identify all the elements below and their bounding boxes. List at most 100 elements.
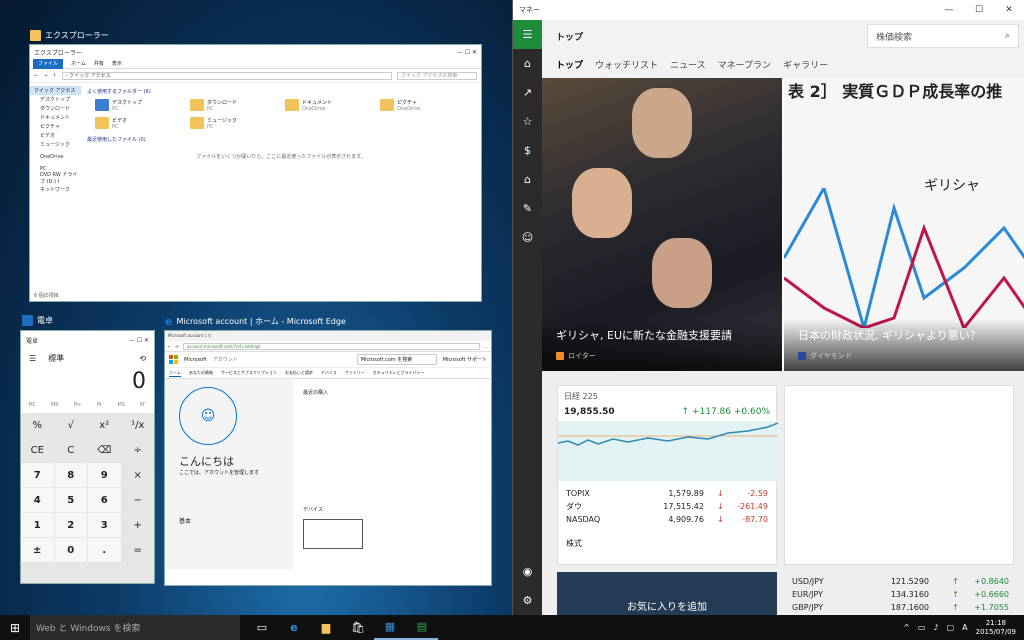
add-favorite-button[interactable]: お気に入りを追加: [557, 572, 777, 615]
tab-news[interactable]: ニュース: [670, 58, 706, 71]
memory-button[interactable]: M-: [97, 402, 103, 408]
folder-item[interactable]: ビデオ PC: [95, 117, 190, 130]
refresh-icon[interactable]: ⟳: [175, 344, 178, 349]
menu-item[interactable]: サービスとサブスクリプション: [221, 370, 277, 376]
menu-item[interactable]: デバイス: [321, 370, 337, 376]
frequent-header[interactable]: よく使用するフォルダー (6): [87, 88, 475, 95]
nav-item[interactable]: OneDrive: [30, 152, 81, 161]
explorer-label[interactable]: エクスプローラー: [30, 30, 109, 41]
tab-gallery[interactable]: ギャラリー: [783, 58, 828, 71]
calc-key[interactable]: %: [21, 413, 54, 437]
calc-key[interactable]: ±: [21, 538, 54, 562]
stock-row[interactable]: ダウ 17,515.42 ↓ -261.49: [566, 500, 768, 513]
window-controls[interactable]: — ☐ ✕: [457, 49, 477, 56]
back-icon[interactable]: ←: [168, 344, 171, 349]
calc-label[interactable]: 電卓: [22, 315, 53, 326]
folder-item[interactable]: ドキュメント OneDrive: [285, 99, 380, 112]
address-bar[interactable]: › クイック アクセス: [61, 71, 392, 80]
feedback-icon[interactable]: ☺: [513, 223, 542, 252]
back-icon[interactable]: ←: [34, 73, 38, 79]
window-controls[interactable]: — ☐ ✕: [129, 337, 149, 344]
explorer-taskbar-icon[interactable]: ▆: [310, 615, 342, 640]
store-taskbar-icon[interactable]: 🛍: [342, 615, 374, 640]
volume-icon[interactable]: ♪: [933, 623, 938, 632]
notification-icon[interactable]: ▢: [947, 623, 955, 632]
mortgage-icon[interactable]: ⌂: [513, 165, 542, 194]
edge-tab[interactable]: Microsoft account | ホ: [165, 331, 491, 341]
stock-row[interactable]: TOPIX 1,579.89 ↓ -2.59: [566, 487, 768, 500]
menu-item[interactable]: お支払いと請求: [285, 370, 313, 376]
news-card[interactable]: ギリシャ, EUに新たな金融支援要請 ロイター: [542, 78, 782, 371]
news-card[interactable]: 表 2］ 実質ＧＤＰ成長率の推 ギリシャ 日本の財政状況, ギリシャより悪い？ダ…: [784, 78, 1024, 371]
maximize-icon[interactable]: ☐: [964, 5, 994, 15]
stock-row[interactable]: NASDAQ 4,909.76 ↓ -87.70: [566, 513, 768, 526]
ms-search-input[interactable]: Microsoft.com を検索: [356, 354, 437, 365]
nav-item[interactable]: ドキュメント: [30, 113, 81, 122]
money-taskbar-icon[interactable]: ▤: [406, 615, 438, 640]
calc-key[interactable]: 6: [88, 488, 121, 512]
calc-key[interactable]: √: [54, 413, 87, 437]
calculator-window[interactable]: 電卓 — ☐ ✕ ☰ 標準 ⟲ 0 MC MR M+ M- MS M˅ % √ x² ¹/x CE C ⌫…: [20, 330, 155, 584]
history-icon[interactable]: ⟲: [139, 354, 146, 363]
nav-item[interactable]: ビデオ: [30, 131, 81, 140]
memory-button[interactable]: MC: [28, 402, 36, 408]
ribbon-tab-file[interactable]: ファイル: [33, 58, 64, 69]
ribbon-tab-home[interactable]: ホーム: [71, 60, 86, 67]
menu-item[interactable]: ファミリー: [345, 370, 365, 376]
trend-icon[interactable]: ↗: [513, 78, 542, 107]
folder-item[interactable]: デスクトップ PC: [95, 99, 190, 112]
memory-button[interactable]: M+: [73, 402, 82, 408]
calc-key[interactable]: 8: [54, 463, 87, 487]
show-hidden-icon[interactable]: ^: [903, 623, 910, 632]
fx-row[interactable]: USD/JPY 121.5290 ↑ +0.8640: [784, 575, 1014, 588]
calc-key[interactable]: 1: [21, 513, 54, 537]
explorer-search-input[interactable]: クイック アクセスの検索: [397, 71, 477, 80]
calc-key[interactable]: 7: [21, 463, 54, 487]
calc-key[interactable]: .: [88, 538, 121, 562]
calc-key[interactable]: 2: [54, 513, 87, 537]
memory-button[interactable]: MS: [118, 402, 126, 408]
recent-header[interactable]: 最近使用したファイル (0): [87, 136, 475, 143]
memory-button[interactable]: MR: [51, 402, 59, 408]
calc-key[interactable]: C: [54, 438, 87, 462]
fx-row[interactable]: EUR/JPY 134.3160 ↑ +0.6660: [784, 588, 1014, 601]
edge-taskbar-icon[interactable]: e: [278, 615, 310, 640]
home-icon[interactable]: ⌂: [513, 49, 542, 78]
up-icon[interactable]: ↑: [52, 73, 56, 79]
menu-item[interactable]: セキュリティとプライバシー: [373, 370, 425, 376]
menu-item[interactable]: ホーム: [169, 370, 181, 377]
task-view-icon[interactable]: ▭: [246, 615, 278, 640]
taskbar-search-input[interactable]: Web と Windows を検索: [30, 615, 240, 640]
nav-item[interactable]: ネットワーク: [30, 185, 81, 194]
nav-item[interactable]: ミュージック: [30, 140, 81, 149]
calc-key[interactable]: 5: [54, 488, 87, 512]
calc-key[interactable]: CE: [21, 438, 54, 462]
money-app-window[interactable]: マネー — ☐ ✕ ☰ ⌂ ↗ ☆ $ ⌂ ✎ ☺ ◉ ⚙ トップ 株価検索 ⌕ トップ…: [512, 0, 1024, 615]
tab-watchlist[interactable]: ウォッチリスト: [595, 58, 658, 71]
calc-key[interactable]: ¹/x: [121, 413, 154, 437]
calc-key[interactable]: ÷: [121, 438, 154, 462]
gallery-icon[interactable]: ✎: [513, 194, 542, 223]
calc-key[interactable]: ⌫: [88, 438, 121, 462]
nav-item[interactable]: ピクチャ: [30, 122, 81, 131]
edge-address-bar[interactable]: account.microsoft.com/?ref=settings: [182, 342, 480, 350]
start-button[interactable]: ⊞: [0, 615, 30, 640]
forward-icon[interactable]: →: [43, 73, 47, 79]
settings-icon[interactable]: ⚙: [513, 586, 542, 615]
calc-key[interactable]: 4: [21, 488, 54, 512]
calc-key[interactable]: ×: [121, 463, 154, 487]
nav-item[interactable]: クイック アクセス: [30, 86, 81, 95]
nav-item[interactable]: デスクトップ: [30, 95, 81, 104]
index-card[interactable]: 日経 225 19,855.50 ↑ +117.86 +0.60% TOPIX 1…: [557, 385, 778, 565]
tab-moneyplan[interactable]: マネープラン: [718, 58, 771, 71]
calc-key[interactable]: +: [121, 513, 154, 537]
ribbon-tab-share[interactable]: 共有: [94, 60, 104, 67]
calc-key[interactable]: 0: [54, 538, 87, 562]
edge-label[interactable]: e Microsoft account | ホーム - Microsoft Ed…: [165, 315, 346, 328]
hamburger-icon[interactable]: ☰: [513, 20, 542, 49]
calc-key[interactable]: x²: [88, 413, 121, 437]
calculator-taskbar-icon[interactable]: ▦: [374, 615, 406, 640]
calc-key[interactable]: =: [121, 538, 154, 562]
calc-key[interactable]: 9: [88, 463, 121, 487]
folder-item[interactable]: ダウンロード PC: [190, 99, 285, 112]
